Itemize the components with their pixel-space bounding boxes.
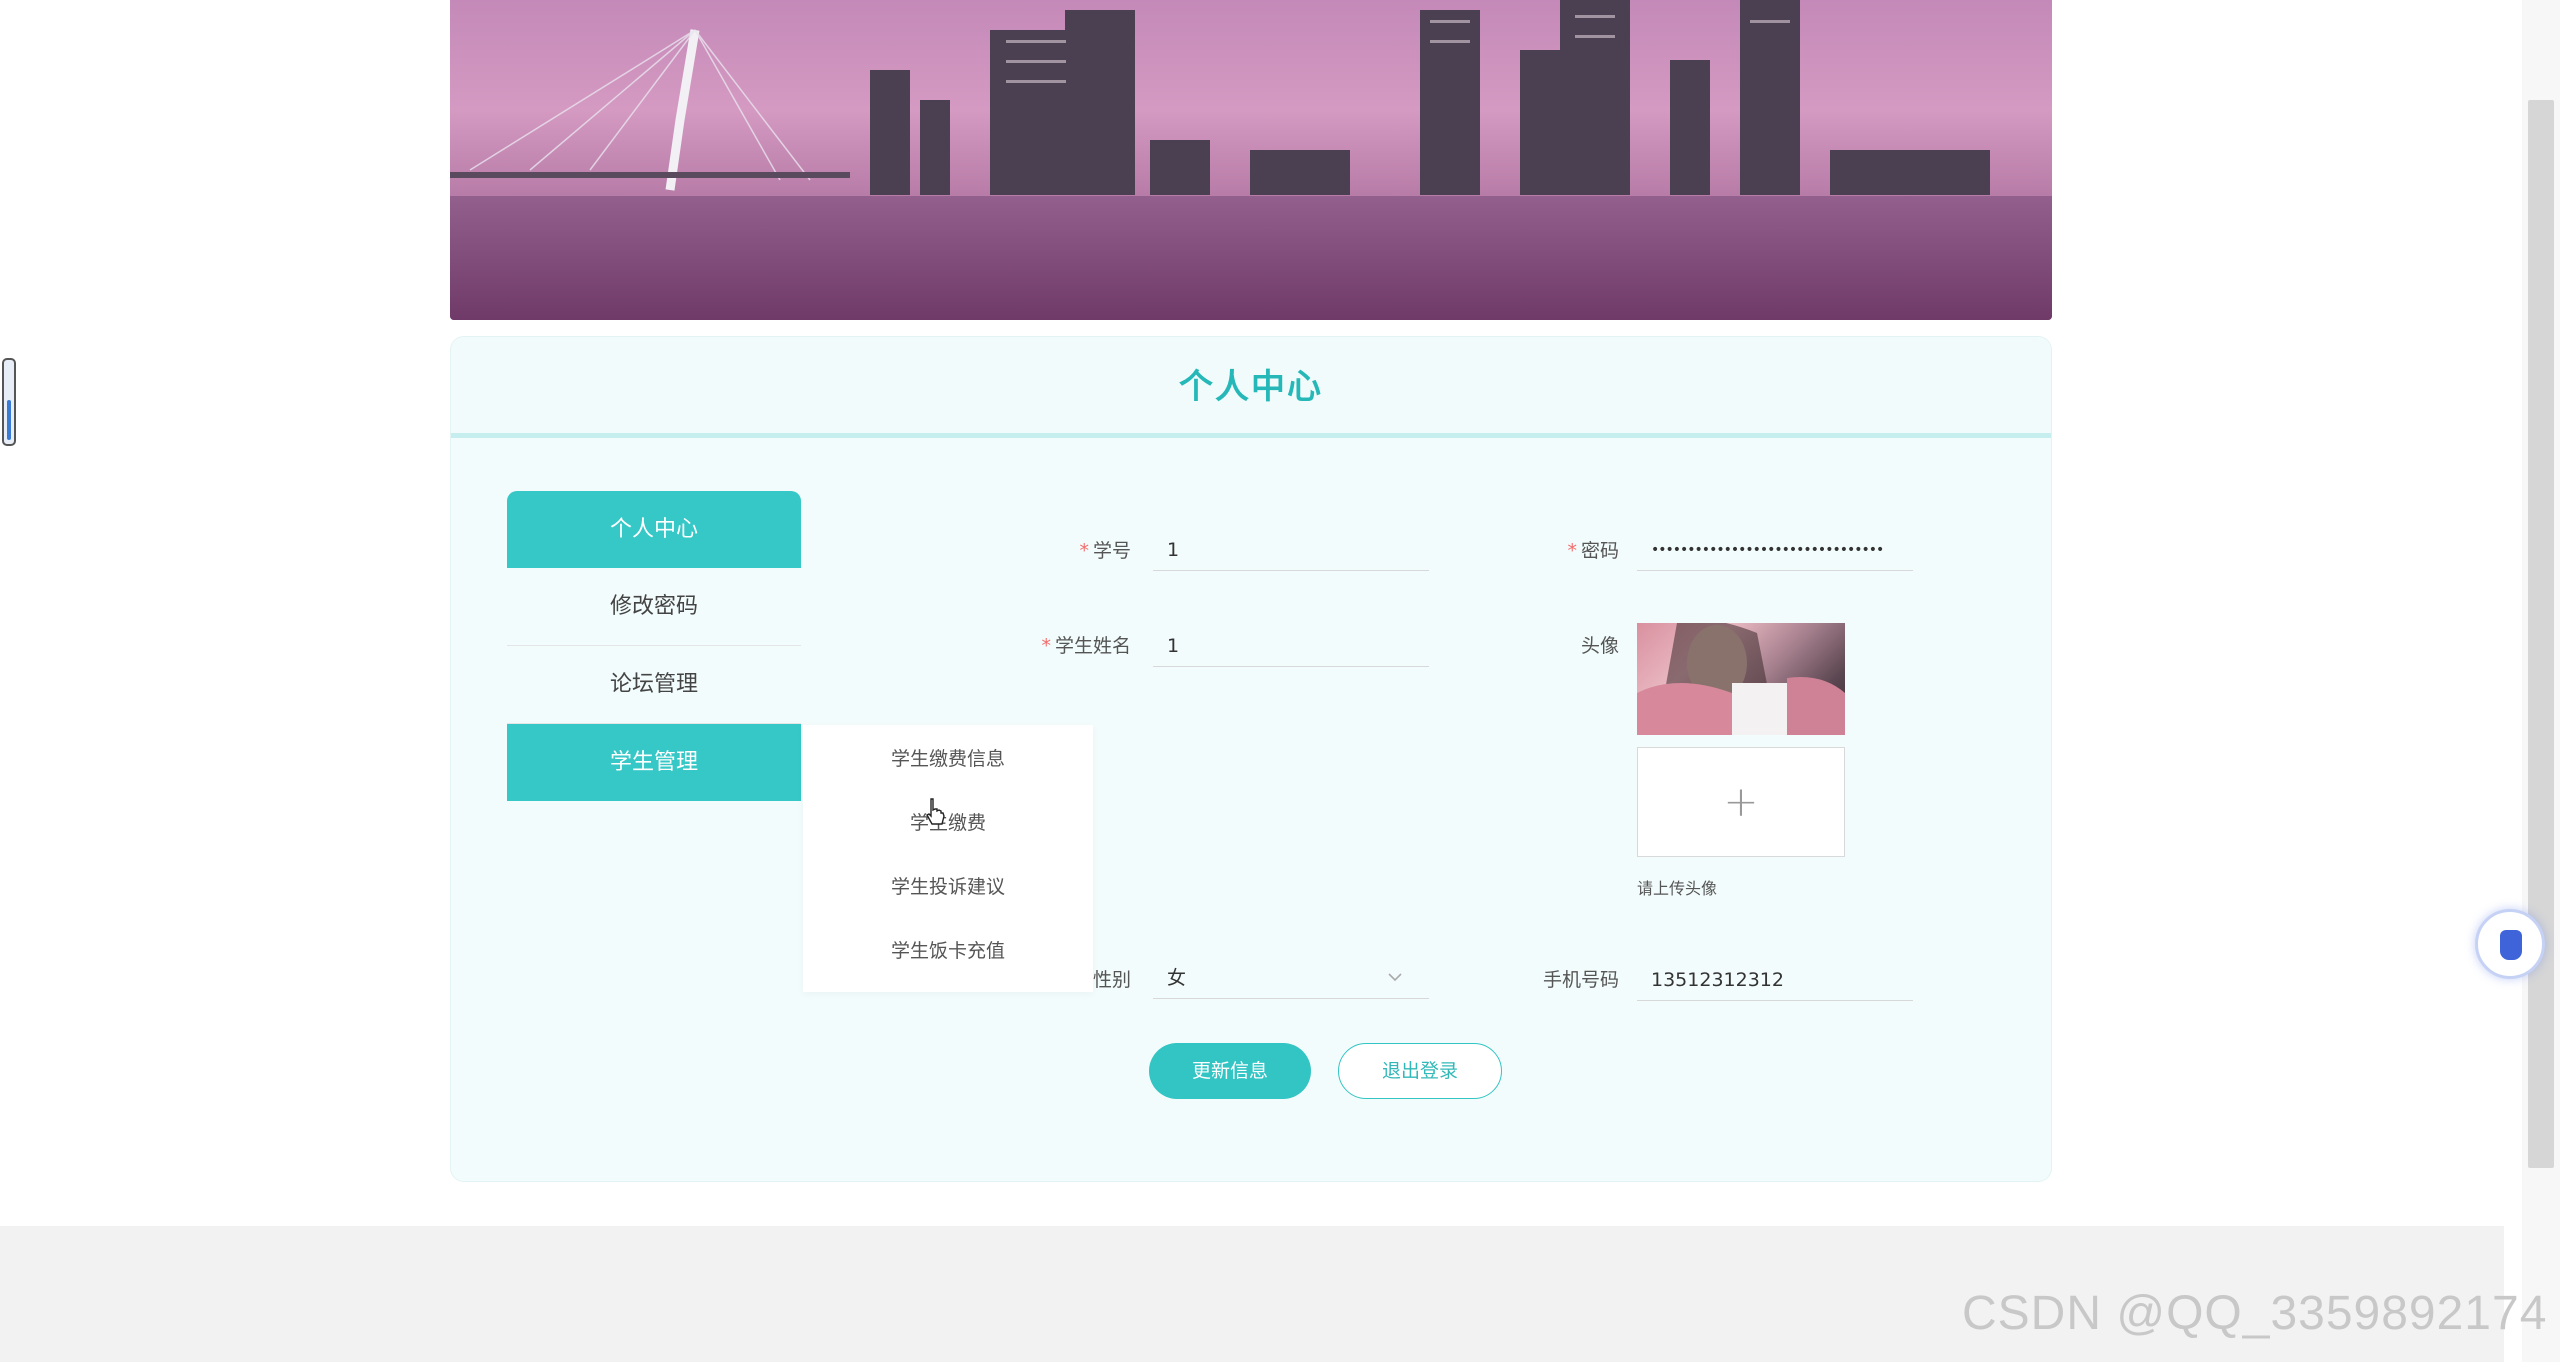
sidebar-item-student-management[interactable]: 学生管理 <box>507 724 801 801</box>
required-mark: * <box>1041 635 1051 657</box>
required-mark: * <box>1079 540 1089 562</box>
submenu-item-complaints[interactable]: 学生投诉建议 <box>803 855 1093 919</box>
student-name-field[interactable]: 1 <box>1153 623 1429 667</box>
phone-label: 手机号码 <box>1542 969 1619 991</box>
plus-icon: + <box>1723 777 1759 826</box>
hand-cursor-icon <box>926 798 945 825</box>
avatar-image <box>1637 623 1845 735</box>
student-name-label: * 学生姓名 <box>1041 635 1131 657</box>
floating-assistant-button[interactable] <box>2475 909 2545 979</box>
sidebar-menu: 个人中心 修改密码 论坛管理 学生管理 <box>507 491 801 801</box>
logout-button[interactable]: 退出登录 <box>1338 1043 1502 1099</box>
student-management-submenu: 学生缴费信息 学生缴费 学生投诉建议 学生饭卡充值 <box>803 725 1093 992</box>
phone-field[interactable]: 13512312312 <box>1637 957 1913 1001</box>
student-id-field[interactable]: 1 <box>1153 527 1429 571</box>
student-id-label: * 学号 <box>1079 540 1131 562</box>
gender-label: 性别 <box>1092 969 1131 991</box>
scrollbar-thumb[interactable] <box>2528 100 2554 1168</box>
personal-center-card: 个人中心 个人中心 修改密码 论坛管理 学生管理 学生缴费信息 学生缴费 学生投… <box>450 336 2052 1182</box>
upload-hint: 请上传头像 <box>1637 879 1718 898</box>
required-mark: * <box>1567 540 1577 562</box>
password-field[interactable]: •••••••••••••••••••••••••••••••• <box>1637 527 1913 571</box>
sidebar-item-forum-management[interactable]: 论坛管理 <box>507 646 801 724</box>
city-banner-image <box>450 0 2052 320</box>
page-title: 个人中心 <box>1179 367 1323 407</box>
card-header: 个人中心 <box>451 337 2051 438</box>
submenu-item-fee-info[interactable]: 学生缴费信息 <box>803 727 1093 791</box>
update-info-button[interactable]: 更新信息 <box>1149 1043 1311 1099</box>
assistant-icon <box>2500 930 2522 960</box>
password-label: * 密码 <box>1567 540 1619 562</box>
avatar-label: 头像 <box>1580 635 1619 657</box>
avatar-upload-button[interactable]: + <box>1637 747 1845 857</box>
submenu-item-fee-payment[interactable]: 学生缴费 <box>803 791 1093 855</box>
sidebar-item-personal-center[interactable]: 个人中心 <box>507 491 801 568</box>
side-toggle-handle[interactable] <box>2 358 16 446</box>
sidebar-item-change-password[interactable]: 修改密码 <box>507 568 801 646</box>
chevron-down-icon <box>1388 973 1402 982</box>
handle-bar-icon <box>7 400 11 440</box>
csdn-watermark: CSDN @QQ_3359892174 <box>1962 1287 2548 1340</box>
